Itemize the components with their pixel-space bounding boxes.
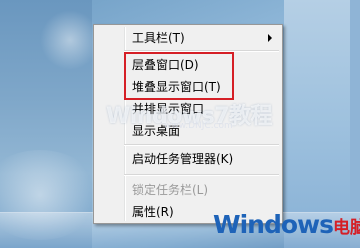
desktop-screenshot: 工具栏(T) 层叠窗口(D) 堆叠显示窗口(T) 并排显示窗口 显示桌面 启动任… xyxy=(0,0,360,248)
watermark-logo-cn: 电脑教程学习网 xyxy=(333,218,360,238)
watermark-url: www.DNJC.com xyxy=(164,121,233,131)
watermark-logo-windows: Windows xyxy=(213,210,334,239)
menu-separator xyxy=(124,174,279,176)
menu-item-start-task-manager[interactable]: 启动任务管理器(K) xyxy=(96,148,280,170)
menu-item-toolbars[interactable]: 工具栏(T) xyxy=(96,27,280,49)
submenu-arrow-icon xyxy=(268,34,272,42)
annotation-highlight-box xyxy=(124,52,234,100)
watermark-logo: Windows电脑教程学习网 xyxy=(213,210,360,240)
menu-item-lock-taskbar[interactable]: 锁定任务栏(L) xyxy=(96,179,280,201)
menu-item-label: 启动任务管理器(K) xyxy=(132,152,234,166)
menu-item-label: 工具栏(T) xyxy=(132,31,185,45)
menu-item-label: 锁定任务栏(L) xyxy=(132,183,209,197)
background-glow xyxy=(40,10,100,70)
menu-item-label: 属性(R) xyxy=(132,205,174,219)
menu-separator xyxy=(124,144,279,146)
